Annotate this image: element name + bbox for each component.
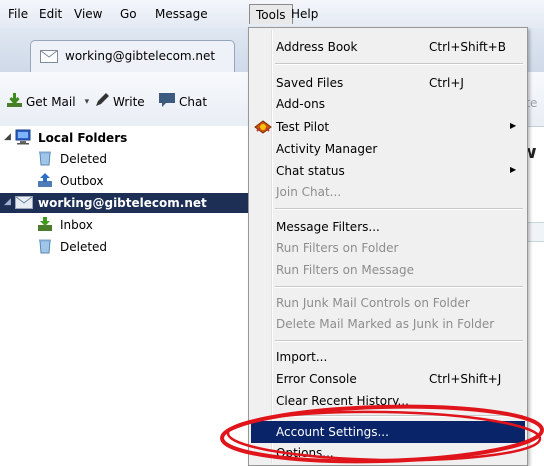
envelope-icon — [15, 196, 33, 212]
menu-item-label: Chat status — [276, 164, 345, 178]
menu-item-label: Activity Manager — [276, 142, 378, 156]
folder-label: working@gibtelecom.net — [38, 196, 207, 210]
test-pilot-icon — [254, 119, 272, 138]
write-button[interactable]: Write — [94, 92, 145, 111]
tab-label: working@gibtelecom.net — [65, 49, 216, 63]
folder-deleted-local[interactable]: Deleted — [0, 149, 250, 169]
folder-label: Inbox — [60, 218, 93, 232]
menu-edit[interactable]: Edit — [39, 7, 62, 21]
menu-separator — [275, 63, 523, 65]
tab-account[interactable]: working@gibtelecom.net — [30, 40, 235, 72]
menu-item-options[interactable]: Options... — [251, 442, 525, 464]
folder-label: Outbox — [60, 174, 104, 188]
menu-item-label: Error Console — [276, 372, 357, 386]
folder-label: Local Folders — [38, 131, 128, 145]
menu-item-label: Run Filters on Folder — [276, 241, 399, 255]
menu-item-import[interactable]: Import... — [251, 346, 525, 368]
trash-icon — [37, 150, 53, 169]
menu-item-message-filters[interactable]: Message Filters... — [251, 216, 525, 238]
menu-item-label: Run Junk Mail Controls on Folder — [276, 296, 470, 310]
chevron-down-icon[interactable]: ▾ — [85, 97, 90, 107]
write-label: Write — [113, 94, 145, 109]
folder-outbox[interactable]: Outbox — [0, 171, 250, 191]
download-icon — [6, 92, 23, 111]
menu-separator — [275, 286, 523, 288]
menu-item-run-junk-controls: Run Junk Mail Controls on Folder — [251, 292, 525, 314]
menu-item-add-ons[interactable]: Add-ons — [251, 93, 525, 115]
envelope-icon — [40, 50, 58, 66]
menu-separator — [275, 340, 523, 342]
menu-item-delete-junk: Delete Mail Marked as Junk in Folder — [251, 313, 525, 335]
collapse-triangle-icon[interactable]: ◢ — [4, 132, 11, 142]
menu-item-address-book[interactable]: Address Book Ctrl+Shift+B — [251, 36, 525, 58]
outbox-icon — [37, 172, 53, 191]
inbox-icon — [37, 216, 53, 235]
folder-inbox[interactable]: Inbox — [0, 215, 250, 235]
menu-item-clear-recent-history[interactable]: Clear Recent History... — [251, 390, 525, 412]
shortcut-label: Ctrl+Shift+B — [429, 40, 506, 54]
get-mail-label: Get Mail — [26, 94, 76, 109]
menu-item-label: Delete Mail Marked as Junk in Folder — [276, 317, 495, 331]
menu-item-account-settings[interactable]: Account Settings... — [251, 421, 525, 443]
shortcut-label: Ctrl+J — [429, 76, 464, 90]
menu-item-label: Run Filters on Message — [276, 263, 414, 277]
menu-item-run-filters-message: Run Filters on Message — [251, 259, 525, 281]
submenu-arrow-icon: ▶ — [510, 165, 517, 174]
menu-bar: File Edit View Go Message Tools Help — [0, 0, 544, 28]
menu-item-run-filters-folder: Run Filters on Folder — [251, 237, 525, 259]
menu-view[interactable]: View — [74, 7, 102, 21]
collapse-triangle-icon[interactable]: ◢ — [4, 197, 11, 207]
menu-item-test-pilot[interactable]: Test Pilot ▶ — [251, 116, 525, 138]
pencil-icon — [94, 92, 110, 111]
submenu-arrow-icon: ▶ — [510, 121, 517, 130]
menu-item-label: Test Pilot — [276, 120, 330, 134]
menu-tools[interactable]: Tools — [249, 4, 293, 24]
get-mail-button[interactable]: Get Mail ▾ — [6, 92, 89, 111]
menu-item-label: Add-ons — [276, 97, 325, 111]
menu-separator — [275, 415, 523, 417]
menu-separator — [275, 208, 523, 210]
trash-icon — [37, 238, 53, 257]
menu-item-label: Message Filters... — [276, 220, 380, 234]
chat-label: Chat — [179, 94, 208, 109]
menu-item-activity-manager[interactable]: Activity Manager — [251, 138, 525, 160]
menu-item-error-console[interactable]: Error Console Ctrl+Shift+J — [251, 368, 525, 390]
folder-local-folders[interactable]: ◢ Local Folders — [0, 128, 250, 148]
menu-item-label: Address Book — [276, 40, 358, 54]
menu-item-label: Join Chat... — [276, 185, 342, 199]
menu-item-join-chat: Join Chat... — [251, 181, 525, 203]
computer-icon — [14, 129, 32, 148]
chat-bubble-icon — [158, 92, 176, 111]
shortcut-label: Ctrl+Shift+J — [429, 372, 502, 386]
menu-help[interactable]: Help — [291, 7, 318, 21]
menu-item-saved-files[interactable]: Saved Files Ctrl+J — [251, 72, 525, 94]
menu-item-label: Options... — [276, 446, 334, 460]
folder-deleted-account[interactable]: Deleted — [0, 237, 250, 257]
menu-item-chat-status[interactable]: Chat status ▶ — [251, 160, 525, 182]
menu-item-label: Saved Files — [276, 76, 344, 90]
folder-label: Deleted — [60, 152, 108, 166]
menu-item-label: Clear Recent History... — [276, 394, 409, 408]
menu-item-label: Account Settings... — [276, 425, 389, 439]
menu-message[interactable]: Message — [155, 7, 208, 21]
folder-pane: ◢ Local Folders Deleted Outbox ◢ working… — [0, 126, 250, 466]
folder-label: Deleted — [60, 240, 108, 254]
menu-item-label: Import... — [276, 350, 328, 364]
chat-button[interactable]: Chat — [158, 92, 207, 111]
menu-file[interactable]: File — [8, 7, 28, 21]
tools-menu: Address Book Ctrl+Shift+B Saved Files Ct… — [248, 27, 528, 466]
folder-account[interactable]: ◢ working@gibtelecom.net — [0, 193, 250, 213]
menu-go[interactable]: Go — [120, 7, 137, 21]
